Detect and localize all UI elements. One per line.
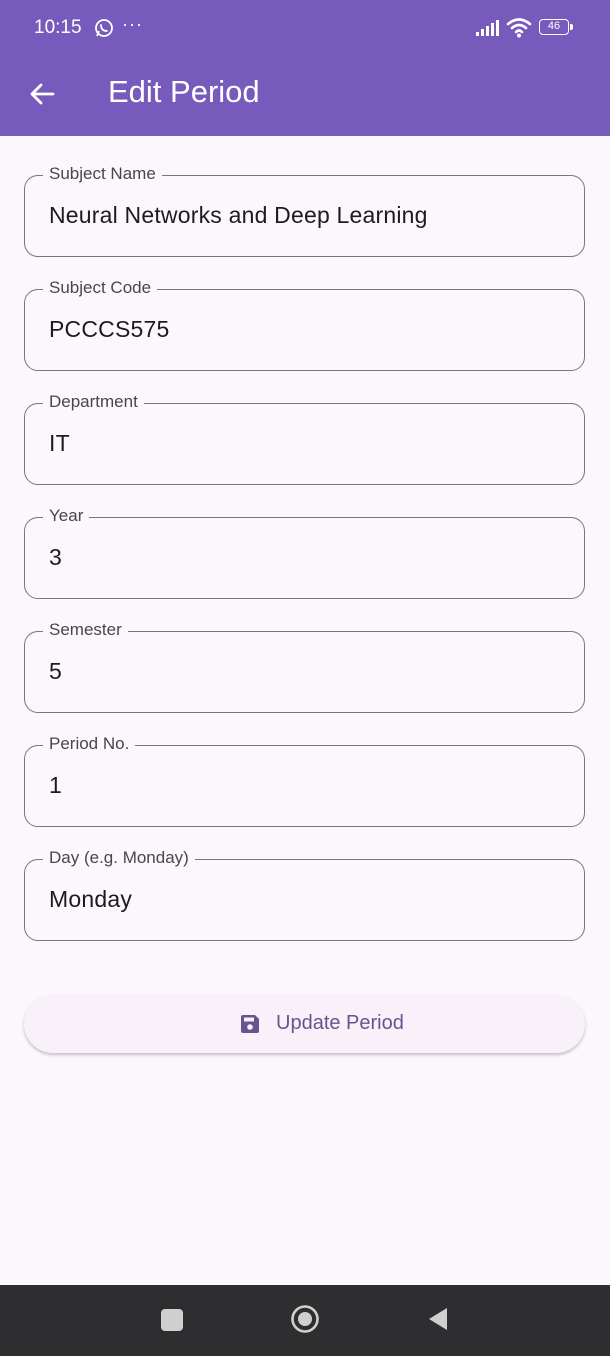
- update-period-button[interactable]: Update Period: [24, 995, 585, 1053]
- period-no-label: Period No.: [43, 733, 136, 755]
- status-bar: 10:15 ··· 46: [0, 0, 610, 56]
- day-field[interactable]: Day (e.g. Monday) Monday: [24, 847, 585, 941]
- year-label: Year: [43, 505, 90, 527]
- subject-name-label: Subject Name: [43, 163, 162, 185]
- department-value[interactable]: IT: [49, 430, 70, 457]
- recent-apps-icon[interactable]: [161, 1309, 183, 1331]
- app-bar: Edit Period: [0, 56, 610, 136]
- period-no-value[interactable]: 1: [49, 772, 62, 799]
- whatsapp-icon: [95, 19, 113, 37]
- battery-icon: 46: [539, 19, 575, 37]
- home-icon[interactable]: [290, 1304, 320, 1334]
- subject-code-value[interactable]: PCCCS575: [49, 316, 170, 343]
- day-value[interactable]: Monday: [49, 886, 132, 913]
- status-time: 10:15: [34, 17, 82, 38]
- year-value[interactable]: 3: [49, 544, 62, 571]
- year-field[interactable]: Year 3: [24, 505, 585, 599]
- subject-name-value[interactable]: Neural Networks and Deep Learning: [49, 202, 428, 229]
- page-title: Edit Period: [108, 74, 260, 109]
- department-label: Department: [43, 391, 144, 413]
- semester-value[interactable]: 5: [49, 658, 62, 685]
- subject-name-field[interactable]: Subject Name Neural Networks and Deep Le…: [24, 163, 585, 257]
- semester-field[interactable]: Semester 5: [24, 619, 585, 713]
- system-nav-bar: [0, 1285, 610, 1356]
- arrow-back-icon[interactable]: [28, 80, 56, 108]
- save-icon: [241, 1015, 259, 1033]
- subject-code-label: Subject Code: [43, 277, 158, 299]
- day-label: Day (e.g. Monday): [43, 847, 195, 869]
- period-no-field[interactable]: Period No. 1: [24, 733, 585, 827]
- more-notifications-icon: ···: [122, 14, 143, 34]
- subject-code-field[interactable]: Subject Code PCCCS575: [24, 277, 585, 371]
- department-field[interactable]: Department IT: [24, 391, 585, 485]
- signal-icon: [476, 20, 499, 36]
- nav-back-icon[interactable]: [427, 1306, 449, 1332]
- battery-level: 46: [539, 19, 569, 35]
- semester-label: Semester: [43, 619, 128, 641]
- update-period-label: Update Period: [276, 1012, 404, 1034]
- wifi-icon: [506, 18, 532, 38]
